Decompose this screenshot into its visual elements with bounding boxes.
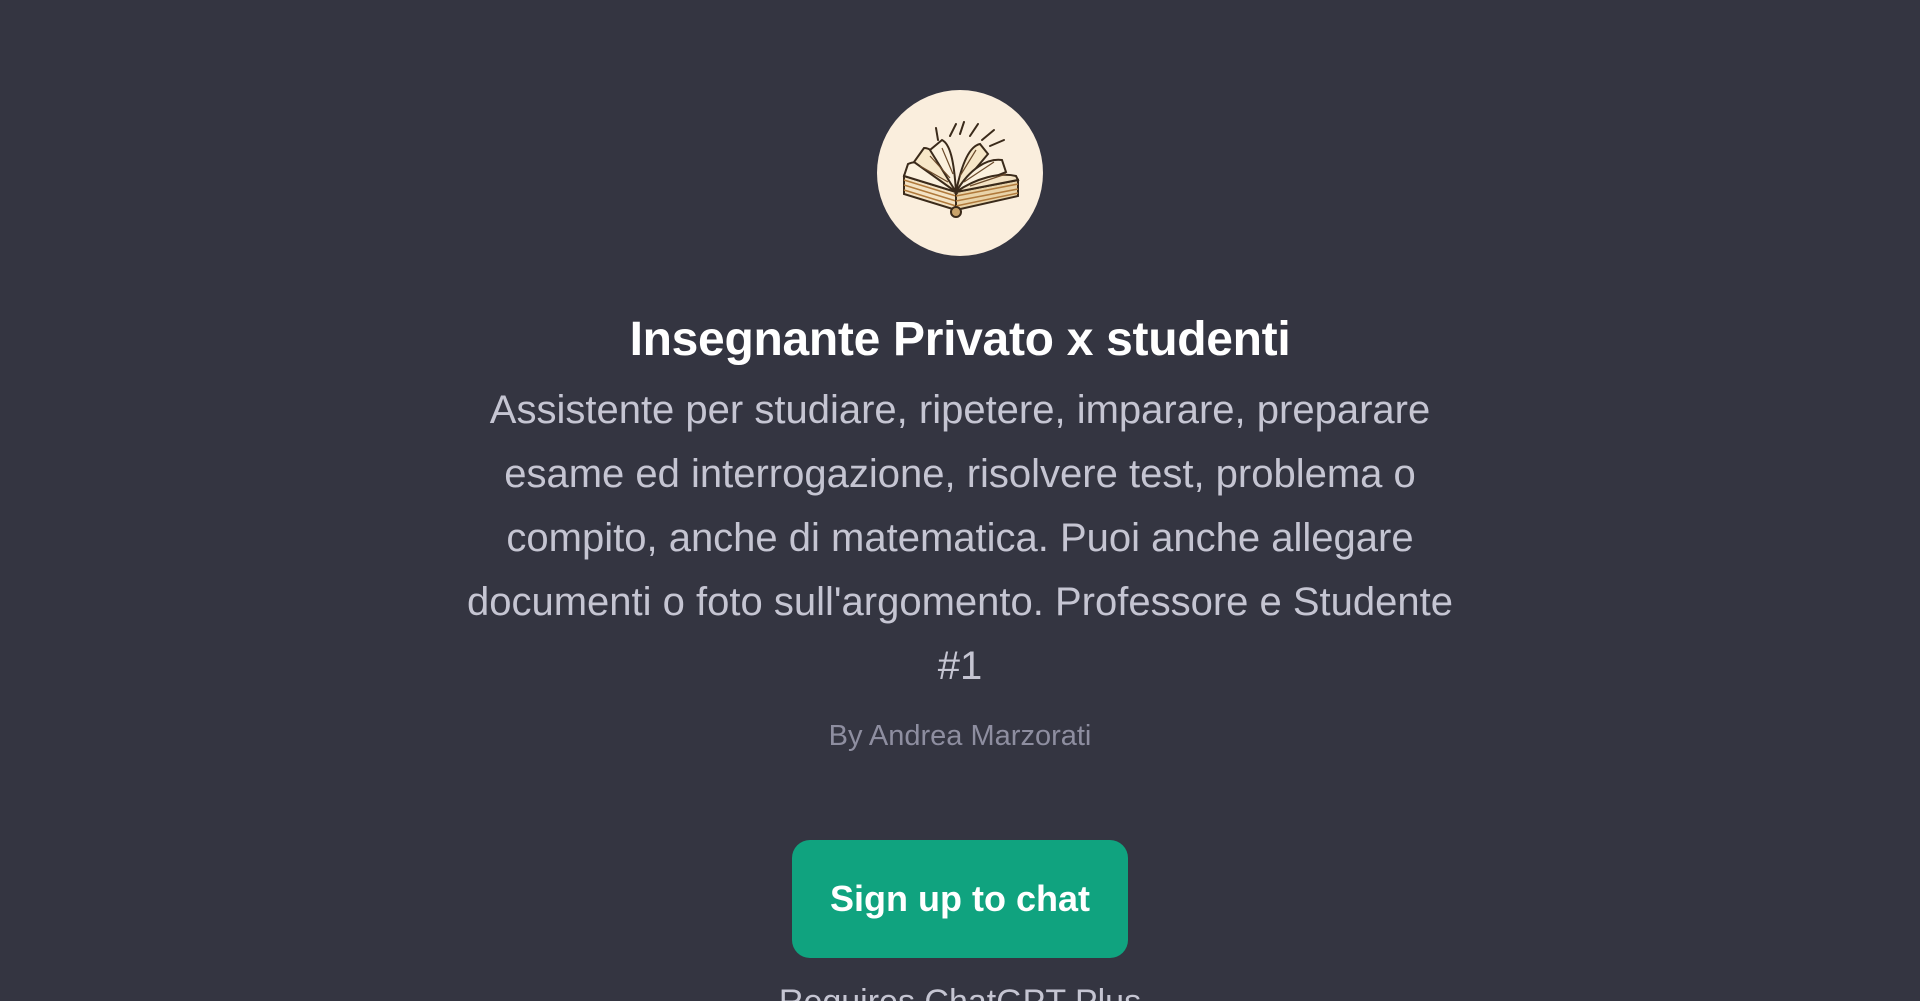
- requires-plus-text: Requires ChatGPT Plus: [0, 982, 1920, 1001]
- gpt-landing-page: Insegnante Privato x studenti Assistente…: [0, 0, 1920, 1001]
- open-book-icon: [890, 118, 1030, 228]
- gpt-title: Insegnante Privato x studenti: [629, 313, 1291, 366]
- gpt-author: By Andrea Marzorati: [828, 720, 1092, 752]
- sign-up-to-chat-button[interactable]: Sign up to chat: [792, 840, 1128, 958]
- gpt-description: Assistente per studiare, ripetere, impar…: [467, 388, 1453, 688]
- gpt-avatar: [877, 90, 1043, 256]
